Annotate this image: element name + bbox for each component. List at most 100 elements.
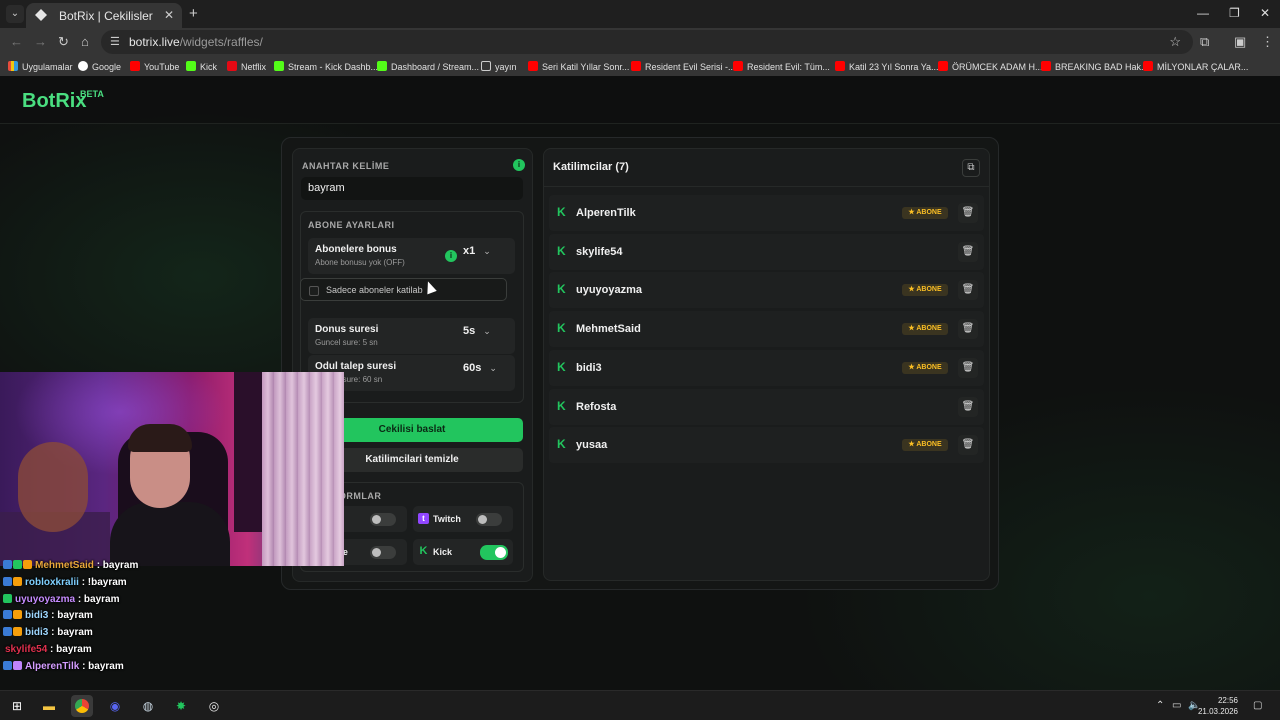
app-header: BotRix BETA	[0, 76, 1280, 124]
youtube-icon	[733, 61, 743, 71]
obs-icon[interactable]: ◎	[203, 695, 225, 717]
info-icon[interactable]: i	[513, 159, 525, 171]
participants-panel: Katilimcilar (7) ⧉ K AlperenTilk ★ ABONE 🗑 K…	[543, 148, 990, 581]
copy-icon[interactable]: ⧉	[962, 159, 980, 177]
close-window-icon[interactable]: ✕	[1260, 6, 1270, 20]
chat-username: robloxkralii	[25, 576, 79, 588]
file-explorer-icon[interactable]: ▬	[38, 695, 60, 717]
chat-message: uyuyoyazma : bayram	[3, 593, 303, 611]
platform-toggle[interactable]	[370, 513, 396, 526]
back-icon[interactable]: ←	[10, 34, 23, 49]
kick-icon: K	[557, 321, 566, 336]
youtube-icon	[631, 61, 641, 71]
delete-icon[interactable]: 🗑	[958, 241, 978, 262]
chat-message: MehmetSaid : bayram	[3, 560, 303, 577]
bookmark-item[interactable]: ÖRÜMCEK ADAM H...	[938, 61, 1043, 72]
platform-toggle[interactable]	[480, 545, 508, 560]
browser-tab-bar: ⌄ BotRix | Cekilisler ✕ + — ❐ ✕	[0, 0, 1280, 28]
tab-close-icon[interactable]: ✕	[164, 8, 174, 22]
bookmark-item[interactable]: Stream - Kick Dashb...	[274, 61, 378, 72]
chat-badge-icon	[13, 560, 22, 569]
url-path: /widgets/raffles/	[179, 35, 263, 49]
new-tab-icon[interactable]: +	[189, 5, 198, 22]
only-subscribers-option[interactable]: Sadece aboneler katilab	[300, 278, 507, 301]
odul-title: Odul talep suresi	[315, 361, 397, 372]
bookmark-item[interactable]: Netflix	[227, 61, 266, 72]
bookmark-item[interactable]: MİLYONLAR ÇALAR...	[1143, 61, 1248, 72]
youtube-icon	[528, 61, 538, 71]
sub-bonus-dropdown[interactable]: x1 ⌄	[463, 245, 491, 266]
chat-text: : bayram	[77, 593, 120, 605]
participants-title: Katilimcilar (7)	[553, 161, 629, 173]
address-bar[interactable]: ☰ botrix.live/widgets/raffles/ ☆	[101, 30, 1193, 54]
chat-badge-icon	[3, 660, 12, 670]
restore-icon[interactable]: ❐	[1229, 6, 1240, 20]
delete-icon[interactable]: 🗑	[958, 396, 978, 417]
platform-toggle[interactable]	[476, 513, 502, 526]
platform-toggle[interactable]	[370, 546, 396, 559]
razer-icon[interactable]: ✸	[170, 695, 192, 717]
sub-bonus-title: Abonelere bonus	[315, 244, 397, 255]
bookmark-item[interactable]: Resident Evil Serisi -...	[631, 61, 736, 72]
chat-text: : bayram	[51, 627, 93, 639]
profile-icon[interactable]: ▣	[1234, 34, 1246, 50]
participant-row: K AlperenTilk ★ ABONE 🗑	[549, 195, 984, 231]
participant-name: AlperenTilk	[576, 207, 636, 219]
home-icon[interactable]: ⌂	[81, 34, 89, 49]
tab-search-icon[interactable]: ⌄	[6, 5, 24, 23]
system-clock[interactable]: 22:56 21.03.2026	[1198, 695, 1238, 717]
bookmark-star-icon[interactable]: ☆	[1169, 34, 1181, 50]
forward-icon[interactable]: →	[34, 34, 47, 49]
bookmark-item[interactable]: Katil 23 Yıl Sonra Ya...	[835, 61, 939, 72]
bookmark-item[interactable]: BREAKING BAD Hak...	[1041, 61, 1149, 72]
bookmark-item[interactable]: Kick	[186, 61, 217, 72]
odul-dropdown[interactable]: 60s ⌄	[463, 362, 497, 383]
chat-username: uyuyoyazma	[15, 593, 76, 605]
delete-icon[interactable]: 🗑	[958, 357, 978, 378]
discord-icon[interactable]: ◉	[104, 695, 126, 717]
info-icon[interactable]: i	[445, 250, 457, 262]
tray-chevron-icon[interactable]: ⌃	[1156, 700, 1164, 711]
url-domain: botrix.live	[129, 35, 180, 49]
menu-kebab-icon[interactable]: ⋮	[1261, 34, 1274, 50]
chat-badge-icon	[3, 593, 12, 603]
windows-start-icon[interactable]: ⊞	[6, 695, 28, 717]
chrome-icon[interactable]	[71, 695, 93, 717]
browser-toolbar: ← → ↻ ⌂ ☰ botrix.live/widgets/raffles/ ☆…	[0, 28, 1280, 56]
notification-icon[interactable]: ▢	[1253, 700, 1262, 711]
botrix-logo[interactable]: BotRix	[22, 90, 86, 113]
delete-icon[interactable]: 🗑	[958, 319, 978, 340]
reload-icon[interactable]: ↻	[58, 34, 69, 50]
kick-icon: K	[557, 205, 566, 219]
delete-icon[interactable]: 🗑	[958, 203, 978, 223]
webcam-overlay	[0, 372, 344, 566]
minimize-icon[interactable]: —	[1197, 6, 1209, 20]
bookmark-item[interactable]: Google	[78, 61, 121, 72]
donus-dropdown[interactable]: 5s ⌄	[463, 325, 491, 346]
beta-badge: BETA	[80, 89, 104, 99]
bookmark-item[interactable]: Dashboard / Stream...	[377, 61, 479, 72]
site-info-icon[interactable]: ☰	[110, 35, 120, 48]
chat-username: skylife54	[5, 643, 48, 655]
donus-subtitle: Guncel sure: 5 sn	[315, 338, 378, 347]
kick-icon: K	[419, 545, 428, 557]
only-subscribers-checkbox[interactable]	[309, 286, 319, 296]
chat-badge-icon	[13, 576, 22, 586]
bookmark-item[interactable]: Resident Evil: Tüm...	[733, 61, 830, 72]
windows-taskbar: ⊞ ▬ ◉ ◍ ✸ ◎ ⌃ ▭ 🔈 22:56 21.03.2026 ▢	[0, 690, 1280, 720]
steam-icon[interactable]: ◍	[137, 695, 159, 717]
delete-icon[interactable]: 🗑	[958, 435, 978, 456]
extensions-icon[interactable]: ⧉	[1200, 34, 1209, 50]
bookmark-item[interactable]: yayın	[481, 61, 517, 72]
keyword-input[interactable]: bayram	[301, 177, 523, 200]
delete-icon[interactable]: 🗑	[958, 280, 978, 301]
platform-kick: K Kick	[413, 539, 513, 565]
bookmark-item[interactable]: Uygulamalar	[8, 61, 73, 72]
subscriber-badge: ★ ABONE	[902, 361, 948, 374]
bookmark-item[interactable]: YouTube	[130, 61, 179, 72]
participant-row: Kuyuyoyazma ★ ABONE 🗑	[549, 272, 984, 309]
bookmark-item[interactable]: Seri Katil Yıllar Sonr...	[528, 61, 629, 72]
browser-tab[interactable]: BotRix | Cekilisler ✕	[26, 3, 182, 28]
chat-username: MehmetSaid	[35, 560, 94, 571]
network-icon[interactable]: ▭	[1172, 700, 1181, 711]
